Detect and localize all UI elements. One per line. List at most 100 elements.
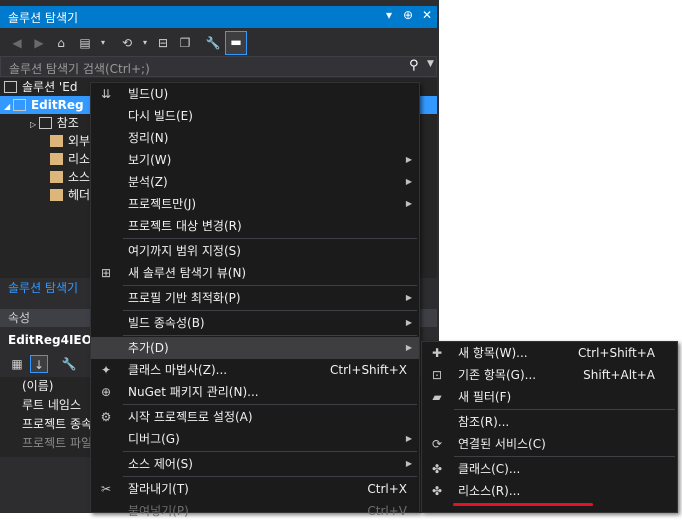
tree-item-label: 헤더 xyxy=(68,188,91,202)
menu-item-shortcut: Ctrl+Shift+A xyxy=(578,346,655,360)
menu-item-label: 빌드 종속성(B) xyxy=(128,316,205,330)
home-icon[interactable]: ⌂ xyxy=(52,34,70,52)
menu-item-새-솔루션-탐색기-뷰-N[interactable]: ⊞ 새 솔루션 탐색기 뷰(N) xyxy=(91,262,419,284)
alphabetical-icon[interactable]: ↓ xyxy=(30,355,48,373)
property-pages-icon[interactable]: 🔧 xyxy=(60,355,78,373)
menu-item-리소스-R[interactable]: ✤ 리소스(R)... xyxy=(422,480,677,502)
submenu-arrow-icon: ▶ xyxy=(405,199,412,208)
categorized-icon[interactable]: ▦ xyxy=(8,355,26,373)
chevron-down-icon[interactable]: ▾ xyxy=(136,34,154,52)
nuget-icon: ⊕ xyxy=(100,385,112,399)
collapsed-arrow-icon[interactable]: ▷ xyxy=(30,120,39,129)
menu-item-label: 분석(Z) xyxy=(128,175,168,189)
menu-item-label: 잘라내기(T) xyxy=(128,482,189,496)
menu-item-label: 새 항목(W)... xyxy=(458,346,528,360)
show-all-files-icon[interactable]: ❐ xyxy=(176,34,194,52)
submenu-arrow-icon: ▶ xyxy=(405,343,412,352)
properties-wrench-icon[interactable]: 🔧 xyxy=(204,34,222,52)
menu-item-참조-R[interactable]: 참조(R)... xyxy=(422,411,677,433)
menu-item-label: 프로젝트 대상 변경(R) xyxy=(128,219,242,233)
menu-item-새-필터-F[interactable]: ▰ 새 필터(F) xyxy=(422,386,677,408)
search-icon[interactable]: ⚲ xyxy=(409,58,419,73)
folder-icon xyxy=(50,153,63,165)
submenu-arrow-icon: ▶ xyxy=(405,177,412,186)
menu-item-기존-항목-G[interactable]: ⊡ 기존 항목(G)... Shift+Alt+A xyxy=(422,364,677,386)
preview-icon[interactable]: ▬ xyxy=(225,31,247,55)
build-icon: ⇊ xyxy=(100,87,112,101)
menu-item-label: 정리(N) xyxy=(128,131,169,145)
back-icon[interactable]: ◀ xyxy=(8,34,26,52)
tree-item-label: 소스 xyxy=(68,170,91,184)
scissors-icon: ✂ xyxy=(100,482,112,496)
submenu-arrow-icon: ▶ xyxy=(405,318,412,327)
existing-item-icon: ⊡ xyxy=(431,368,443,382)
tab-solution-explorer[interactable]: 솔루션 탐색기 xyxy=(0,279,88,297)
menu-item-분석-Z[interactable]: 분석(Z) ▶ xyxy=(91,171,419,193)
menu-item-소스-제어-S[interactable]: 소스 제어(S) ▶ xyxy=(91,453,419,475)
project-context-menu: ⇊ 빌드(U) 다시 빌드(E) 정리(N) 보기(W) ▶ 분석(Z) ▶ 프로젝트만(J) ▶… xyxy=(90,82,420,518)
menu-item-연결된-서비스-C[interactable]: ⟳ 연결된 서비스(C) xyxy=(422,433,677,455)
submenu-arrow-icon: ▶ xyxy=(405,155,412,164)
menu-item-여기까지-범위-지정-S[interactable]: 여기까지 범위 지정(S) xyxy=(91,240,419,262)
menu-item-label: 클래스 마법사(Z)... xyxy=(128,363,228,377)
tree-item-label: EditReg xyxy=(30,98,84,112)
connected-service-icon: ⟳ xyxy=(431,437,443,451)
menu-item-label: 새 필터(F) xyxy=(458,390,512,404)
window-position-dropdown-icon[interactable]: ▾ xyxy=(382,8,396,22)
menu-item-빌드-종속성-B[interactable]: 빌드 종속성(B) ▶ xyxy=(91,312,419,334)
menu-item-shortcut: Ctrl+X xyxy=(367,482,407,496)
annotation-underline xyxy=(453,503,593,506)
tree-item-label: 리소 xyxy=(68,152,91,166)
switch-views-icon[interactable]: ▤ xyxy=(76,34,94,52)
menu-item-추가-D[interactable]: 추가(D) ▶ xyxy=(91,337,419,359)
menu-item-새-항목-W[interactable]: ✚ 새 항목(W)... Ctrl+Shift+A xyxy=(422,342,677,364)
menu-item-label: 시작 프로젝트로 설정(A) xyxy=(128,410,253,424)
menu-item-프로젝트만-J[interactable]: 프로젝트만(J) ▶ xyxy=(91,193,419,215)
menu-item-붙여넣기-P[interactable]: 붙여넣기(P) Ctrl+V xyxy=(91,500,419,522)
references-icon xyxy=(38,117,52,129)
menu-item-디버그-G[interactable]: 디버그(G) ▶ xyxy=(91,428,419,450)
menu-item-label: 다시 빌드(E) xyxy=(128,109,193,123)
tree-item-label: 솔루션 'Ed xyxy=(22,80,78,94)
solution-explorer-toolbar: ◀ ▶ ⌂ ▤ ▾ ⟲ ▾ ⊟ ❐ 🔧 xyxy=(0,31,437,55)
menu-item-label: 프로젝트만(J) xyxy=(128,197,197,211)
menu-item-프로필-기반-최적화-P[interactable]: 프로필 기반 최적화(P) ▶ xyxy=(91,287,419,309)
auto-hide-pin-icon[interactable]: ⊕ xyxy=(401,8,415,22)
menu-item-label: 참조(R)... xyxy=(458,415,510,429)
menu-item-NuGet-패키지-관리-N[interactable]: ⊕ NuGet 패키지 관리(N)... xyxy=(91,381,419,403)
search-input[interactable]: 솔루션 탐색기 검색(Ctrl+;) xyxy=(9,60,150,77)
menu-item-프로젝트-대상-변경-R[interactable]: 프로젝트 대상 변경(R) xyxy=(91,215,419,237)
menu-item-label: 보기(W) xyxy=(128,153,172,167)
folder-icon xyxy=(50,171,63,183)
search-box[interactable]: 솔루션 탐색기 검색(Ctrl+;) ⚲ ▼ xyxy=(0,56,437,77)
menu-item-label: 클래스(C)... xyxy=(458,462,521,476)
tree-item-label: 참조 xyxy=(56,116,79,130)
collapse-all-icon[interactable]: ⊟ xyxy=(154,34,172,52)
menu-item-보기-W[interactable]: 보기(W) ▶ xyxy=(91,149,419,171)
menu-item-label: 프로필 기반 최적화(P) xyxy=(128,291,241,305)
menu-item-빌드-U[interactable]: ⇊ 빌드(U) xyxy=(91,83,419,105)
folder-icon xyxy=(50,135,63,147)
menu-item-시작-프로젝트로-설정-A[interactable]: ⚙ 시작 프로젝트로 설정(A) xyxy=(91,406,419,428)
pending-changes-icon[interactable]: ⟲ xyxy=(118,34,136,52)
menu-item-잘라내기-T[interactable]: ✂ 잘라내기(T) Ctrl+X xyxy=(91,478,419,500)
menu-item-다시-빌드-E[interactable]: 다시 빌드(E) xyxy=(91,105,419,127)
panel-title: 솔루션 탐색기 xyxy=(8,11,79,25)
forward-icon[interactable]: ▶ xyxy=(30,34,48,52)
chevron-down-icon[interactable]: ▼ xyxy=(427,59,434,69)
project-icon xyxy=(4,81,17,93)
chevron-down-icon[interactable]: ▾ xyxy=(94,34,112,52)
expanded-arrow-icon[interactable]: ◢ xyxy=(4,102,13,111)
add-submenu: ✚ 새 항목(W)... Ctrl+Shift+A ⊡ 기존 항목(G)... Shift… xyxy=(421,341,678,513)
menu-item-shortcut: Ctrl+Shift+X xyxy=(330,363,407,377)
menu-item-클래스-마법사-Z[interactable]: ✦ 클래스 마법사(Z)... Ctrl+Shift+X xyxy=(91,359,419,381)
panel-title-bar[interactable]: 솔루션 탐색기 ▾ ⊕ ✕ xyxy=(0,6,437,28)
menu-item-정리-N[interactable]: 정리(N) xyxy=(91,127,419,149)
new-view-icon: ⊞ xyxy=(100,266,112,280)
menu-item-label: 여기까지 범위 지정(S) xyxy=(128,244,241,258)
menu-item-label: 붙여넣기(P) xyxy=(128,504,189,518)
submenu-arrow-icon: ▶ xyxy=(405,459,412,468)
menu-item-클래스-C[interactable]: ✤ 클래스(C)... xyxy=(422,458,677,480)
close-icon[interactable]: ✕ xyxy=(420,8,434,22)
menu-item-label: 디버그(G) xyxy=(128,432,180,446)
